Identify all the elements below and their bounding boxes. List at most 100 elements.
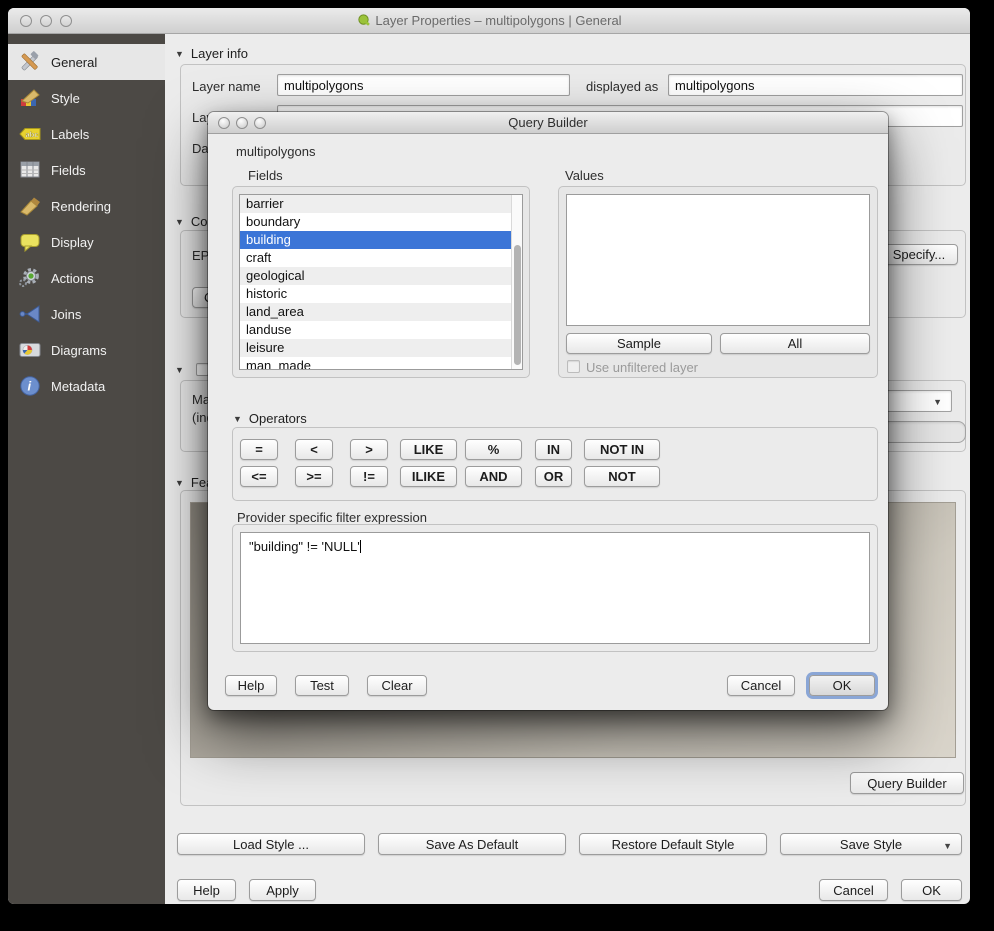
field-item[interactable]: man_made	[240, 357, 522, 370]
qb-cancel-button[interactable]: Cancel	[727, 675, 795, 696]
save-as-default-button[interactable]: Save As Default	[378, 833, 566, 855]
sidebar-item-label: Display	[51, 235, 94, 250]
datasource-label: multipolygons	[236, 144, 316, 159]
qgis-logo-icon	[356, 13, 371, 28]
disclosure-triangle-icon: ▼	[175, 478, 184, 488]
sidebar-item-rendering[interactable]: Rendering	[8, 188, 165, 224]
diagram-icon	[18, 338, 42, 362]
scrollbar-thumb[interactable]	[514, 245, 521, 365]
operator-notin-button[interactable]: NOT IN	[584, 439, 660, 460]
apply-button[interactable]: Apply	[249, 879, 316, 901]
field-item[interactable]: historic	[240, 285, 522, 303]
operator-not-button[interactable]: NOT	[584, 466, 660, 487]
operator-or-button[interactable]: OR	[535, 466, 572, 487]
sidebar-item-labels[interactable]: abc Labels	[8, 116, 165, 152]
disclosure-triangle-icon: ▼	[175, 217, 184, 227]
field-item[interactable]: geological	[240, 267, 522, 285]
sample-button[interactable]: Sample	[566, 333, 712, 354]
sidebar-item-label: Actions	[51, 271, 94, 286]
operator-eq-button[interactable]: =	[240, 439, 278, 460]
field-item[interactable]: craft	[240, 249, 522, 267]
operator-ilike-button[interactable]: ILIKE	[400, 466, 457, 487]
help-button[interactable]: Help	[177, 879, 236, 901]
scale-visibility-header[interactable]: ▼	[175, 362, 191, 377]
field-item[interactable]: boundary	[240, 213, 522, 231]
operator-ge-button[interactable]: >=	[295, 466, 333, 487]
layer-info-header[interactable]: ▼Layer info	[175, 46, 248, 61]
ok-button[interactable]: OK	[901, 879, 962, 901]
fields-label: Fields	[248, 168, 283, 183]
field-item[interactable]: land_area	[240, 303, 522, 321]
dialog-title: Query Builder	[208, 115, 888, 130]
sidebar-item-general[interactable]: General	[8, 44, 165, 80]
operator-gt-button[interactable]: >	[350, 439, 388, 460]
values-list[interactable]	[566, 194, 870, 326]
displayed-as-label: displayed as	[586, 79, 658, 94]
field-item[interactable]: barrier	[240, 195, 522, 213]
query-builder-dialog: Query Builder multipolygons Fields barri…	[208, 112, 888, 710]
field-item-selected[interactable]: building	[240, 231, 522, 249]
layer-name-label: Layer name	[192, 79, 261, 94]
chevron-down-icon: ▼	[943, 841, 952, 851]
paintbrush-icon	[18, 194, 42, 218]
text-caret	[360, 540, 361, 553]
chevron-down-icon: ▼	[933, 397, 942, 407]
sidebar: General Style abc Labels Fields Renderin…	[8, 34, 165, 904]
load-style-button[interactable]: Load Style ...	[177, 833, 365, 855]
style-brush-icon	[18, 86, 42, 110]
sidebar-item-style[interactable]: Style	[8, 80, 165, 116]
operator-pct-button[interactable]: %	[465, 439, 522, 460]
filter-expression-textarea[interactable]: "building" != 'NULL'	[240, 532, 870, 644]
operator-lt-button[interactable]: <	[295, 439, 333, 460]
svg-text:abc: abc	[26, 130, 39, 139]
qb-clear-button[interactable]: Clear	[367, 675, 427, 696]
all-button[interactable]: All	[720, 333, 870, 354]
tools-icon	[18, 50, 42, 74]
table-icon	[18, 158, 42, 182]
operators-header[interactable]: ▼Operators	[233, 411, 307, 426]
use-unfiltered-label: Use unfiltered layer	[586, 360, 698, 375]
operator-ne-button[interactable]: !=	[350, 466, 388, 487]
field-item[interactable]: landuse	[240, 321, 522, 339]
disclosure-triangle-icon: ▼	[233, 414, 242, 424]
disclosure-triangle-icon: ▼	[175, 49, 184, 59]
operator-and-button[interactable]: AND	[465, 466, 522, 487]
sidebar-item-label: Style	[51, 91, 80, 106]
values-label: Values	[565, 168, 604, 183]
operator-like-button[interactable]: LIKE	[400, 439, 457, 460]
sidebar-item-diagrams[interactable]: Diagrams	[8, 332, 165, 368]
layer-name-input[interactable]	[277, 74, 570, 96]
svg-text:i: i	[28, 379, 32, 394]
dialog-titlebar: Query Builder	[208, 112, 888, 134]
sidebar-item-label: Fields	[51, 163, 86, 178]
sidebar-item-joins[interactable]: Joins	[8, 296, 165, 332]
filter-expression-label: Provider specific filter expression	[237, 510, 427, 525]
speech-bubble-icon	[18, 230, 42, 254]
operator-in-button[interactable]: IN	[535, 439, 572, 460]
sidebar-item-display[interactable]: Display	[8, 224, 165, 260]
crs-header[interactable]: ▼Co	[175, 214, 208, 229]
cancel-button[interactable]: Cancel	[819, 879, 888, 901]
displayed-as-input[interactable]	[668, 74, 963, 96]
operator-le-button[interactable]: <=	[240, 466, 278, 487]
window-title: Layer Properties – multipolygons | Gener…	[8, 13, 970, 28]
sidebar-item-fields[interactable]: Fields	[8, 152, 165, 188]
titlebar: Layer Properties – multipolygons | Gener…	[8, 8, 970, 34]
sidebar-item-label: Joins	[51, 307, 81, 322]
query-builder-button[interactable]: Query Builder	[850, 772, 964, 794]
field-item[interactable]: leisure	[240, 339, 522, 357]
use-unfiltered-checkbox[interactable]	[567, 360, 580, 373]
specify-crs-button[interactable]: Specify...	[880, 244, 958, 265]
sidebar-item-label: Metadata	[51, 379, 105, 394]
qb-help-button[interactable]: Help	[225, 675, 277, 696]
restore-default-style-button[interactable]: Restore Default Style	[579, 833, 767, 855]
disclosure-triangle-icon: ▼	[175, 365, 184, 375]
sidebar-item-actions[interactable]: Actions	[8, 260, 165, 296]
sidebar-item-metadata[interactable]: i Metadata	[8, 368, 165, 404]
sidebar-item-label: General	[51, 55, 97, 70]
gear-icon	[18, 266, 42, 290]
qb-ok-button[interactable]: OK	[809, 675, 875, 696]
fields-scrollbar[interactable]	[511, 195, 522, 369]
save-style-button[interactable]: Save Style▼	[780, 833, 962, 855]
qb-test-button[interactable]: Test	[295, 675, 349, 696]
